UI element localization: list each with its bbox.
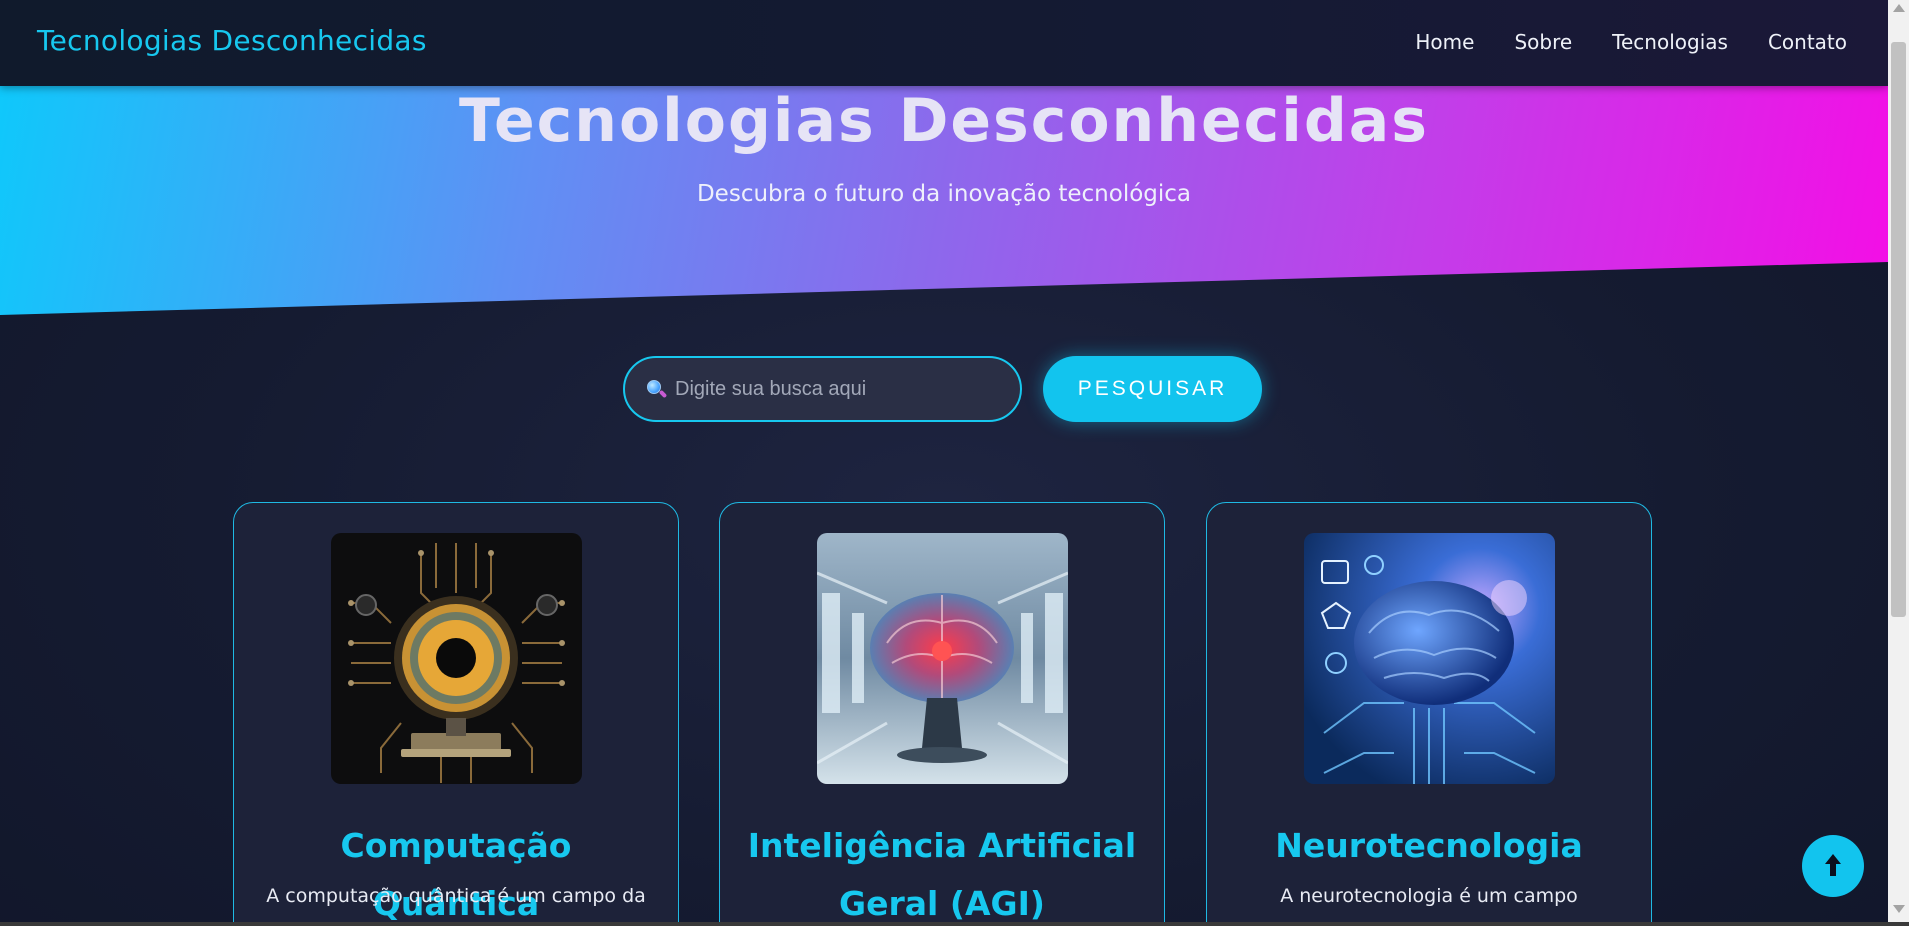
arrow-up-icon (1822, 852, 1844, 881)
card-text: A neurotecnologia é um campo (1280, 885, 1578, 907)
window-bottom-edge (0, 922, 1909, 926)
nav-links: Home Sobre Tecnologias Contato (1415, 30, 1847, 54)
search-button[interactable]: PESQUISAR (1043, 356, 1262, 422)
nav-link-sobre[interactable]: Sobre (1514, 30, 1572, 54)
card-text: A computação quântica é um campo da (266, 885, 646, 907)
page: Tecnologias Desconhecidas Descubra o fut… (0, 0, 1888, 922)
scroll-down-arrow-icon[interactable] (1893, 905, 1905, 913)
scroll-up-arrow-icon[interactable] (1893, 4, 1905, 12)
quantum-chip-icon (331, 533, 582, 784)
card-title: Neurotecnologia (1275, 826, 1583, 865)
brain-lab-icon (817, 533, 1068, 784)
card-title: Inteligência Artificial Geral (AGI) (747, 826, 1137, 922)
search-icon (645, 378, 668, 400)
nav-link-contato[interactable]: Contato (1768, 30, 1847, 54)
brand-logo[interactable]: Tecnologias Desconhecidas (37, 24, 427, 57)
navbar: Tecnologias Desconhecidas Home Sobre Tec… (0, 0, 1888, 86)
brain-circuit-icon (1304, 533, 1555, 784)
nav-link-home[interactable]: Home (1415, 30, 1474, 54)
tech-card-quantum: Computação Quântica A computação quântic… (233, 502, 679, 922)
scrollbar-thumb[interactable] (1891, 42, 1906, 617)
tech-card-neuro: Neurotecnologia A neurotecnologia é um c… (1206, 502, 1652, 922)
hero-title: Tecnologias Desconhecidas (459, 86, 1429, 156)
tech-card-agi: Inteligência Artificial Geral (AGI) (719, 502, 1165, 922)
nav-link-tecnologias[interactable]: Tecnologias (1612, 30, 1728, 54)
page-scrollbar[interactable] (1888, 0, 1909, 922)
hero-subtitle: Descubra o futuro da inovação tecnológic… (696, 181, 1192, 207)
search-input[interactable] (675, 377, 995, 401)
scroll-to-top-button[interactable] (1802, 835, 1864, 897)
search-box[interactable] (623, 356, 1022, 422)
